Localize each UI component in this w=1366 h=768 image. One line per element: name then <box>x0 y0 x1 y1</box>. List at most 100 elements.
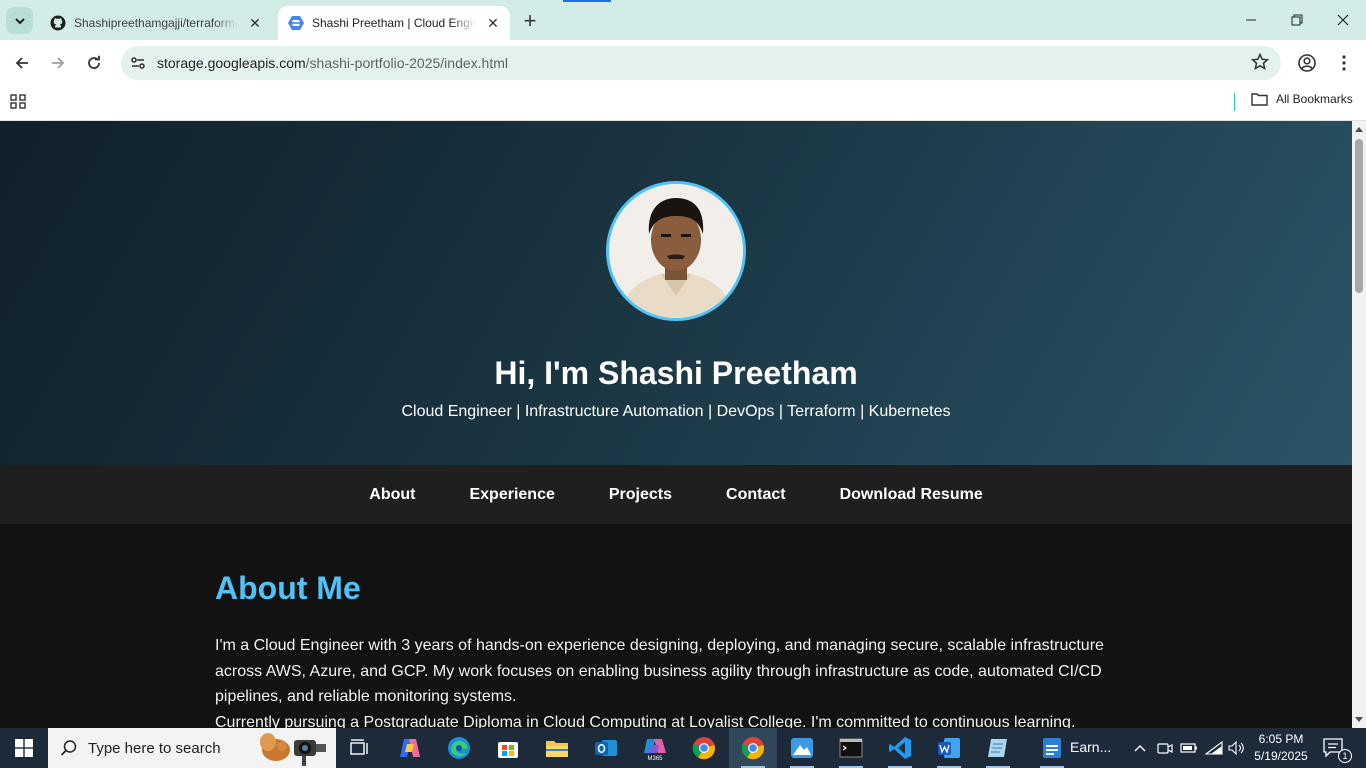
meet-now-tray-icon[interactable] <box>1156 738 1174 758</box>
search-placeholder: Type here to search <box>88 739 221 757</box>
page-viewport: Hi, I'm Shashi Preetham Cloud Engineer |… <box>0 121 1352 728</box>
windows-logo-icon <box>15 739 33 757</box>
nav-experience[interactable]: Experience <box>469 486 554 504</box>
edge-button[interactable] <box>435 728 483 768</box>
url-path: /shashi-portfolio-2025/index.html <box>305 55 508 71</box>
hero-subtitle: Cloud Engineer | Infrastructure Automati… <box>401 403 951 420</box>
notepad-icon <box>988 739 1007 757</box>
window-controls <box>1228 0 1366 40</box>
all-bookmarks-button[interactable]: All Bookmarks <box>1251 92 1353 106</box>
nav-download-resume[interactable]: Download Resume <box>840 486 983 504</box>
chrome-active-icon <box>741 737 765 760</box>
github-icon <box>50 15 66 31</box>
folder-icon <box>1251 93 1268 106</box>
all-bookmarks-label: All Bookmarks <box>1276 92 1353 106</box>
task-view-icon <box>350 739 368 755</box>
minimize-button[interactable] <box>1228 0 1274 40</box>
browser-menu-button[interactable] <box>1329 48 1359 78</box>
arrow-left-icon <box>15 57 28 69</box>
earn-app-button[interactable] <box>1028 728 1076 768</box>
chrome-icon <box>692 737 716 760</box>
battery-icon[interactable] <box>1180 738 1198 758</box>
page-scrollbar[interactable] <box>1352 121 1366 728</box>
edge-icon <box>448 737 470 759</box>
chrome-button[interactable] <box>680 728 728 768</box>
nav-contact[interactable]: Contact <box>726 486 786 504</box>
clock-time: 6:05 PM <box>1258 732 1304 746</box>
store-icon <box>498 742 518 758</box>
m365-button[interactable]: M365 <box>631 728 679 768</box>
nav-projects[interactable]: Projects <box>609 486 672 504</box>
url-host: storage.googleapis.com <box>157 55 306 71</box>
forward-button[interactable] <box>43 48 73 78</box>
wifi-icon[interactable] <box>1205 738 1223 758</box>
earn-icon <box>1043 738 1061 758</box>
terminal-button[interactable] <box>827 728 875 768</box>
scroll-up-arrow-icon[interactable] <box>1352 123 1366 135</box>
tab-title: Shashi Preetham | Cloud Engineer <box>312 16 476 30</box>
store-button[interactable] <box>484 728 532 768</box>
chevron-down-icon <box>14 17 25 24</box>
new-tab-button[interactable]: + <box>518 8 542 33</box>
apps-grid-icon[interactable] <box>10 93 28 116</box>
site-nav: About Experience Projects Contact Downlo… <box>0 465 1352 524</box>
tab-portfolio[interactable]: Shashi Preetham | Cloud Engineer ✕ <box>278 6 510 40</box>
nav-about[interactable]: About <box>369 486 415 504</box>
search-highlight-illustration <box>260 733 326 766</box>
word-icon <box>938 738 960 758</box>
bookmarks-separator <box>1234 93 1235 111</box>
word-button[interactable] <box>925 728 973 768</box>
profile-button[interactable] <box>1292 48 1322 78</box>
copilot-button[interactable] <box>386 728 434 768</box>
svg-text:M365: M365 <box>647 756 663 761</box>
vscode-button[interactable] <box>876 728 924 768</box>
tab-drop-indicator <box>563 0 611 2</box>
clock-date: 5/19/2025 <box>1254 749 1308 763</box>
about-text-2: Currently pursuing a Postgraduate Diplom… <box>215 713 1076 729</box>
windows-taskbar: Type here to search M365 Earn... 6:05 PM… <box>0 728 1366 768</box>
close-window-button[interactable] <box>1320 0 1366 40</box>
profile-icon <box>1298 54 1316 72</box>
reload-icon <box>88 55 100 69</box>
show-hidden-icons-button[interactable] <box>1131 738 1149 758</box>
chrome-active-window-button[interactable] <box>729 728 777 768</box>
file-explorer-icon <box>546 741 568 757</box>
arrow-right-icon <box>52 57 65 69</box>
restore-button[interactable] <box>1274 0 1320 40</box>
tab-github[interactable]: Shashipreethamgajji/terraform- ✕ <box>40 6 272 40</box>
scroll-down-arrow-icon[interactable] <box>1352 714 1366 726</box>
reload-button[interactable] <box>79 48 109 78</box>
about-heading: About Me <box>215 570 361 606</box>
profile-photo <box>606 181 746 321</box>
outlook-icon <box>595 740 617 756</box>
volume-icon[interactable] <box>1228 738 1246 758</box>
browser-toolbar: storage.googleapis.com/shashi-portfolio-… <box>0 40 1366 86</box>
system-clock[interactable]: 6:05 PM 5/19/2025 <box>1254 731 1308 765</box>
terminal-icon <box>839 738 863 758</box>
tab-search-button[interactable] <box>6 7 33 34</box>
hero-title: Hi, I'm Shashi Preetham <box>494 355 858 391</box>
close-tab-icon[interactable]: ✕ <box>246 14 264 32</box>
outlook-button[interactable] <box>582 728 630 768</box>
back-button[interactable] <box>7 48 37 78</box>
url-text: storage.googleapis.com/shashi-portfolio-… <box>157 55 508 71</box>
task-view-button[interactable] <box>336 728 384 768</box>
earn-app-label: Earn... <box>1070 739 1112 755</box>
start-button[interactable] <box>0 728 48 768</box>
file-explorer-button[interactable] <box>533 728 581 768</box>
close-tab-icon[interactable]: ✕ <box>484 14 502 32</box>
about-text-1: I'm a Cloud Engineer with 3 years of han… <box>215 637 1104 705</box>
notification-badge: 1 <box>1338 749 1352 763</box>
address-bar[interactable]: storage.googleapis.com/shashi-portfolio-… <box>121 46 1281 80</box>
photos-button[interactable] <box>778 728 826 768</box>
photos-icon <box>791 738 813 758</box>
chevron-up-icon <box>1134 745 1146 752</box>
hero-section: Hi, I'm Shashi Preetham Cloud Engineer |… <box>0 121 1352 465</box>
copilot-icon <box>400 739 420 757</box>
bookmark-star-icon[interactable] <box>1250 52 1270 76</box>
notepad-button[interactable] <box>974 728 1022 768</box>
taskbar-search-box[interactable]: Type here to search <box>48 728 336 768</box>
site-info-icon[interactable] <box>123 48 153 78</box>
scrollbar-thumb[interactable] <box>1355 139 1363 293</box>
about-paragraph: I'm a Cloud Engineer with 3 years of han… <box>215 633 1115 728</box>
